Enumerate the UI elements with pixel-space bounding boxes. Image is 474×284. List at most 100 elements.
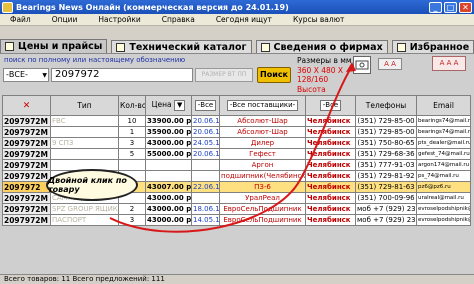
row-city[interactable]: Челябинск bbox=[305, 181, 356, 193]
row-supplier[interactable]: подшипник(Челябинск) bbox=[219, 170, 306, 182]
row-supplier[interactable]: Дилер bbox=[219, 137, 306, 149]
row-price[interactable]: 43000.00 р. bbox=[145, 192, 192, 204]
row-date[interactable]: 24.05.18 bbox=[191, 137, 220, 149]
tab-catalog[interactable]: Технический каталог bbox=[111, 40, 252, 53]
row-phone[interactable]: (351) 729-68-36 bbox=[355, 148, 417, 160]
row-phone[interactable]: моб +7 (929) 235-35-00 bbox=[355, 214, 417, 226]
row-email[interactable]: pz6@pz6.ru bbox=[416, 181, 471, 193]
row-date[interactable] bbox=[191, 192, 220, 204]
menu-today-search[interactable]: Сегодня ищут bbox=[216, 15, 272, 24]
row-supplier[interactable]: Гефест bbox=[219, 148, 306, 160]
row-supplier[interactable]: Абсолют-Шар bbox=[219, 126, 306, 138]
row-phone[interactable]: (351) 729-81-63 bbox=[355, 181, 417, 193]
header-date[interactable]: -Все bbox=[191, 95, 220, 116]
bearing-image-icon[interactable] bbox=[353, 56, 371, 74]
table-row[interactable]: 2097972М9 СПЗ343000.00 р.24.05.18ДилерЧе… bbox=[2, 137, 471, 149]
row-phone[interactable]: (351) 729-85-00 bbox=[355, 115, 417, 127]
font-small-button[interactable]: A A bbox=[378, 58, 402, 70]
price-sort-icon[interactable]: ▼ bbox=[173, 100, 186, 111]
row-type[interactable]: 2097972М bbox=[2, 148, 51, 160]
row-date[interactable]: 20.06.18 bbox=[191, 115, 220, 127]
row-supplier[interactable]: ПЗ-6 bbox=[219, 181, 306, 193]
row-phone[interactable]: (351) 700-09-96 bbox=[355, 192, 417, 204]
row-qty[interactable] bbox=[118, 159, 146, 171]
row-qty[interactable]: 2 bbox=[118, 203, 146, 215]
row-date[interactable] bbox=[191, 170, 220, 182]
row-type[interactable]: 2097972М bbox=[2, 192, 51, 204]
table-row[interactable]: 2097972МFBC1033900.00 р.20.06.18Абсолют-… bbox=[2, 115, 471, 127]
row-phone[interactable]: (351) 750-80-65 bbox=[355, 137, 417, 149]
row-type[interactable]: 2097972М bbox=[2, 137, 51, 149]
row-supplier[interactable]: Аргон bbox=[219, 159, 306, 171]
row-email[interactable]: bearings74@mail.ru bbox=[416, 126, 471, 138]
row-type[interactable]: 2097972 bbox=[2, 181, 51, 193]
row-note[interactable]: ПАСПОРТ bbox=[50, 214, 119, 226]
row-qty[interactable]: 5 bbox=[118, 148, 146, 160]
table-row[interactable]: 2097972М 135900.00 р.20.06.18Абсолют-ШарЧ… bbox=[2, 126, 471, 138]
row-note[interactable]: 9 СПЗ bbox=[50, 137, 119, 149]
close-button[interactable]: ✕ bbox=[459, 1, 472, 13]
row-type[interactable]: 2097972М bbox=[2, 170, 51, 182]
row-supplier[interactable]: УралРеал bbox=[219, 192, 306, 204]
row-city[interactable]: Челябинск bbox=[305, 137, 356, 149]
row-price[interactable]: 43000.00 р. bbox=[145, 137, 192, 149]
row-qty[interactable]: 3 bbox=[118, 137, 146, 149]
row-note[interactable] bbox=[50, 148, 119, 160]
menu-settings[interactable]: Настройки bbox=[98, 15, 140, 24]
table-row[interactable]: 2097972М SPZ GROUP ЯЩИК 2 43000.00 р. 18.06.… bbox=[2, 203, 471, 215]
row-note[interactable]: SPZ GROUP ЯЩИК bbox=[50, 203, 119, 215]
find-button[interactable]: Поиск bbox=[257, 67, 291, 83]
row-type[interactable]: 2097972М bbox=[2, 203, 51, 215]
header-price[interactable]: Цена ▼ bbox=[145, 95, 192, 116]
row-city[interactable]: Челябинск bbox=[305, 115, 356, 127]
menu-currency[interactable]: Курсы валют bbox=[293, 15, 344, 24]
date-filter[interactable]: -Все bbox=[194, 100, 217, 111]
row-date[interactable]: 14.05.18 bbox=[191, 214, 220, 226]
minimize-button[interactable]: _ bbox=[429, 1, 442, 13]
clear-cell[interactable]: ✕ bbox=[2, 95, 51, 116]
search-input[interactable]: 2097972 bbox=[51, 68, 193, 82]
row-city[interactable]: Челябинск bbox=[305, 192, 356, 204]
row-email[interactable]: gefest_74@mail.ru bbox=[416, 148, 471, 160]
row-price[interactable] bbox=[145, 159, 192, 171]
header-city[interactable]: -Все bbox=[305, 95, 356, 116]
row-email[interactable]: argon174@mail.ru bbox=[416, 159, 471, 171]
row-type[interactable]: 2097972М bbox=[2, 115, 51, 127]
row-city[interactable]: Челябинск bbox=[305, 214, 356, 226]
row-city[interactable]: Челябинск bbox=[305, 148, 356, 160]
row-price[interactable]: 33900.00 р. bbox=[145, 115, 192, 127]
row-qty[interactable]: 10 bbox=[118, 115, 146, 127]
row-email[interactable]: evroselpodshipnik@mail.ru bbox=[416, 203, 471, 215]
row-email[interactable]: ps_74@mail.ru bbox=[416, 170, 471, 182]
search-filter-select[interactable]: -ВСЕ- ▼ bbox=[3, 68, 49, 82]
row-type[interactable]: 2097972М bbox=[2, 214, 51, 226]
tab-favorites[interactable]: Избранное bbox=[391, 40, 474, 53]
row-supplier[interactable]: Абсолют-Шар bbox=[219, 115, 306, 127]
menu-help[interactable]: Справка bbox=[162, 15, 195, 24]
row-price[interactable]: 43000.00 р. bbox=[145, 203, 192, 215]
row-date[interactable]: 22.06.18 bbox=[191, 181, 220, 193]
row-qty[interactable]: 1 bbox=[118, 126, 146, 138]
table-row[interactable]: 2097972МПАСПОРТ343000.00 р.14.05.18ЕвроС… bbox=[2, 214, 471, 226]
font-large-button[interactable]: A A A bbox=[432, 56, 466, 71]
row-phone[interactable]: (351) 729-85-00 bbox=[355, 126, 417, 138]
row-date[interactable]: 18.06.18 bbox=[191, 203, 220, 215]
row-type[interactable]: 2097972М bbox=[2, 159, 51, 171]
row-email[interactable]: bearings74@mail.ru bbox=[416, 115, 471, 127]
tab-firms[interactable]: Сведения о фирмах bbox=[255, 40, 388, 53]
row-phone[interactable]: моб +7 (929) 235-35-00 bbox=[355, 203, 417, 215]
row-supplier[interactable]: ЕвроСельПодшипник bbox=[219, 203, 306, 215]
supplier-filter[interactable]: -Все поставщики- bbox=[226, 100, 299, 111]
row-price[interactable] bbox=[145, 170, 192, 182]
menu-file[interactable]: Файл bbox=[10, 15, 31, 24]
row-price[interactable]: 43007.00 р. bbox=[145, 181, 192, 193]
header-qty[interactable]: Кол-во bbox=[118, 95, 146, 116]
row-note[interactable] bbox=[50, 126, 119, 138]
row-city[interactable]: Челябинск bbox=[305, 203, 356, 215]
row-supplier[interactable]: ЕвроСельПодшипник bbox=[219, 214, 306, 226]
row-city[interactable]: Челябинск bbox=[305, 170, 356, 182]
row-phone[interactable]: (351) 777-91-03 bbox=[355, 159, 417, 171]
table-row[interactable]: 2097972М 555000.00 р.20.06.18ГефестЧеляби… bbox=[2, 148, 471, 160]
header-phones[interactable]: Телефоны bbox=[355, 95, 417, 116]
row-city[interactable]: Челябинск bbox=[305, 126, 356, 138]
